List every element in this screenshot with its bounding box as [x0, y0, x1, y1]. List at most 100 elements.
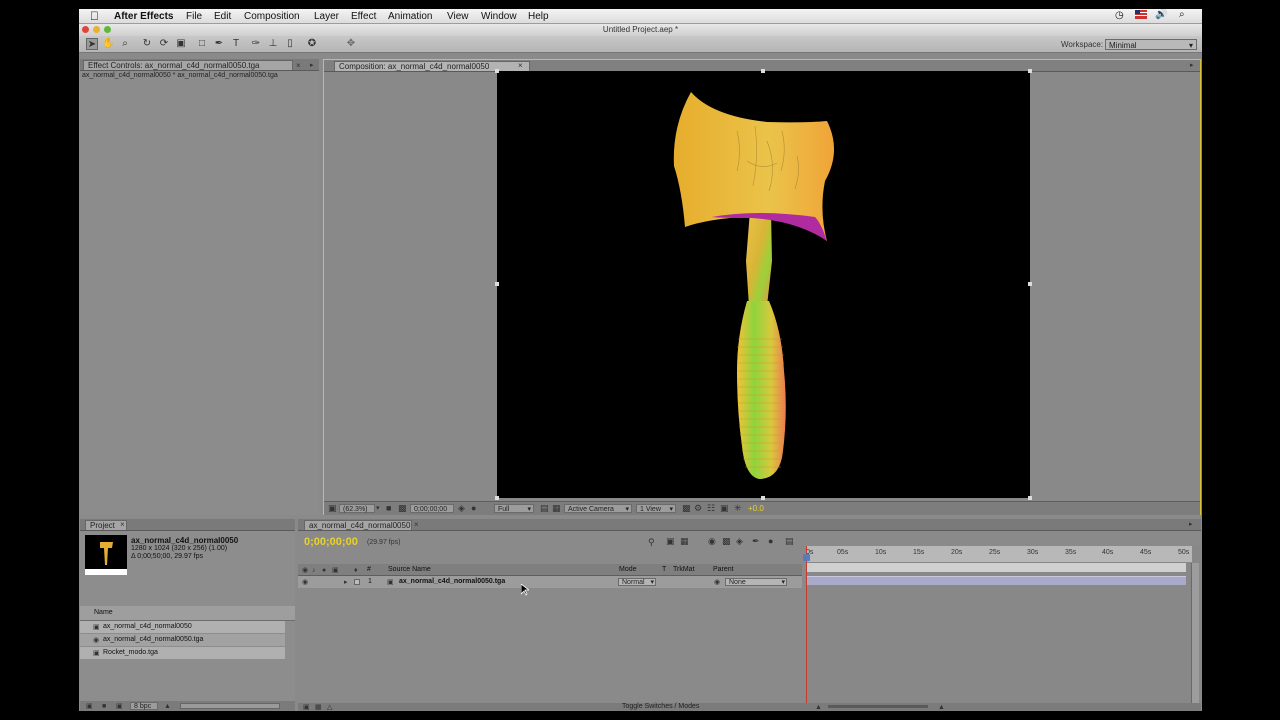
rotate-tool-icon[interactable]: ↻	[141, 38, 153, 50]
layer-parent-select[interactable]: None ▾	[725, 578, 787, 586]
audio-toggle-icon[interactable]: ♪	[312, 566, 316, 575]
tab-effect-controls[interactable]: Effect Controls: ax_normal_c4d_normal005…	[83, 60, 293, 70]
view-layout-select[interactable]: 1 View ▾	[636, 504, 676, 513]
hand-tool-icon[interactable]: ✋	[102, 38, 114, 50]
panel-menu-icon[interactable]: ▸	[310, 61, 314, 70]
pick-whip-icon[interactable]: ◉	[714, 578, 720, 587]
lock-toggle-icon[interactable]: ▣	[332, 566, 339, 575]
resize-handle[interactable]	[495, 282, 499, 286]
toggle-pixel-icon[interactable]: ▩	[682, 504, 691, 513]
brainstorm-icon[interactable]: ✒	[752, 537, 760, 546]
timeline-graph-area[interactable]: 0s 05s 10s 15s 20s 25s 30s 35s 40s 45s 5…	[803, 546, 1201, 711]
menu-animation[interactable]: Animation	[388, 11, 432, 22]
timeline-timecode[interactable]: 0;00;00;00	[304, 536, 358, 548]
tab-close-icon[interactable]: ×	[414, 520, 419, 529]
comp-mini-flowchart-icon[interactable]: ▣	[666, 537, 675, 546]
menu-app-name[interactable]: After Effects	[114, 11, 173, 22]
zoom-out-icon[interactable]: ▲	[815, 703, 822, 711]
bit-depth-button[interactable]: 8 bpc	[130, 702, 158, 710]
menu-help[interactable]: Help	[528, 11, 549, 22]
horizontal-scrollbar[interactable]	[180, 703, 280, 709]
type-tool-icon[interactable]: T	[230, 38, 242, 50]
playhead-handle[interactable]	[803, 554, 810, 561]
tab-close-icon[interactable]: ×	[120, 520, 125, 529]
tab-close-icon[interactable]: ×	[296, 61, 301, 70]
work-area-bar[interactable]	[806, 563, 1186, 572]
video-toggle-icon[interactable]: ◉	[302, 566, 308, 575]
resize-handle[interactable]	[761, 69, 765, 73]
menu-layer[interactable]: Layer	[314, 11, 339, 22]
menu-edit[interactable]: Edit	[214, 11, 231, 22]
safe-zones-icon[interactable]: ■	[386, 504, 391, 513]
menu-composition[interactable]: Composition	[244, 11, 300, 22]
resize-handle[interactable]	[1028, 496, 1032, 500]
pan-behind-tool-icon[interactable]: ▣	[175, 38, 187, 50]
camera-icon[interactable]: ▩	[398, 504, 407, 513]
spotlight-icon[interactable]: ⌕	[1179, 9, 1185, 20]
fast-preview-icon[interactable]: ⚙	[694, 504, 702, 513]
menu-file[interactable]: File	[186, 11, 202, 22]
always-preview-icon[interactable]: ▣	[328, 504, 337, 513]
selection-tool-icon[interactable]: ➤	[86, 38, 98, 50]
list-item[interactable]: ▣ Rocket_modo.tga	[80, 647, 285, 659]
trash-icon[interactable]: ▲	[164, 702, 171, 711]
chevron-down-icon[interactable]: ▾	[376, 504, 380, 513]
brush-tool-icon[interactable]: ✑	[250, 38, 262, 50]
zoom-slider[interactable]	[828, 705, 928, 708]
in-out-icon[interactable]: △	[327, 703, 332, 711]
tab-timeline[interactable]: ax_normal_c4d_normal0050	[304, 520, 412, 530]
current-time-field[interactable]: 0;00;00;00	[410, 504, 454, 513]
playhead[interactable]	[806, 546, 807, 711]
column-source-name[interactable]: Source Name	[388, 566, 431, 573]
frame-blending-icon[interactable]: ▩	[722, 537, 731, 546]
tab-composition[interactable]: Composition: ax_normal_c4d_normal0050	[334, 61, 530, 71]
graph-editor-icon[interactable]: ▤	[785, 537, 794, 546]
transparency-grid-icon[interactable]: ▦	[552, 504, 561, 513]
vertical-scrollbar[interactable]	[1191, 563, 1199, 711]
clone-stamp-tool-icon[interactable]: ⊥	[267, 38, 279, 50]
panel-menu-icon[interactable]: ▸	[1190, 61, 1194, 70]
interpret-footage-icon[interactable]: ▣	[86, 702, 93, 711]
column-name[interactable]: Name	[94, 609, 113, 616]
flag-icon[interactable]	[1135, 10, 1147, 22]
rectangle-tool-icon[interactable]: □	[196, 38, 208, 50]
menu-effect[interactable]: Effect	[351, 11, 376, 22]
color-channel-icon[interactable]: ●	[471, 504, 476, 513]
pen-tool-icon[interactable]: ✒	[213, 38, 225, 50]
orbit-camera-tool-icon[interactable]: ⟳	[158, 38, 170, 50]
panel-menu-icon[interactable]: ▸	[1189, 520, 1193, 529]
resize-handle[interactable]	[495, 496, 499, 500]
table-row[interactable]: ◉ ▸ 1 ▣ ax_normal_c4d_normal0050.tga Nor…	[298, 576, 802, 588]
resolution-select[interactable]: Full ▾	[494, 504, 534, 513]
layer-mode-select[interactable]: Normal ▾	[618, 578, 656, 586]
time-ruler[interactable]: 0s 05s 10s 15s 20s 25s 30s 35s 40s 45s 5…	[806, 546, 1192, 562]
draft-3d-icon[interactable]: ▦	[680, 537, 689, 546]
flowchart-icon[interactable]: ▣	[720, 504, 729, 513]
new-folder-icon[interactable]: ■	[102, 702, 106, 711]
hide-shy-layers-icon[interactable]: ◉	[708, 537, 716, 546]
camera-view-select[interactable]: Active Camera ▾	[564, 504, 632, 513]
label-color-swatch[interactable]	[354, 579, 360, 585]
motion-blur-icon[interactable]: ◈	[736, 537, 743, 546]
expand-panes-icon[interactable]: ▣	[303, 703, 310, 711]
zoom-tool-icon[interactable]: ⌕	[119, 38, 131, 50]
resize-handle[interactable]	[1028, 69, 1032, 73]
toggle-switches-modes-button[interactable]: Toggle Switches / Modes	[622, 703, 699, 710]
timeline-icon[interactable]: ☷	[707, 504, 715, 513]
eraser-tool-icon[interactable]: ▯	[284, 38, 296, 50]
expand-triangle-icon[interactable]: ▸	[344, 578, 348, 587]
transfer-controls-icon[interactable]: ▦	[315, 703, 322, 711]
layer-name[interactable]: ax_normal_c4d_normal0050.tga	[399, 578, 505, 585]
resize-handle[interactable]	[1028, 282, 1032, 286]
volume-icon[interactable]: 🔊	[1155, 9, 1167, 20]
apple-menu-icon[interactable]: 	[90, 9, 99, 23]
list-item[interactable]: ◉ ax_normal_c4d_normal0050.tga	[80, 634, 285, 646]
axis-mode-icons[interactable]: ✥	[345, 38, 357, 50]
resize-handle[interactable]	[761, 496, 765, 500]
resize-handle[interactable]	[495, 69, 499, 73]
snapshot-icon[interactable]: ◈	[458, 504, 465, 513]
new-comp-icon[interactable]: ▣	[116, 702, 123, 711]
region-of-interest-icon[interactable]: ▤	[540, 504, 549, 513]
solo-toggle-icon[interactable]: ●	[322, 566, 326, 575]
menu-view[interactable]: View	[447, 11, 469, 22]
